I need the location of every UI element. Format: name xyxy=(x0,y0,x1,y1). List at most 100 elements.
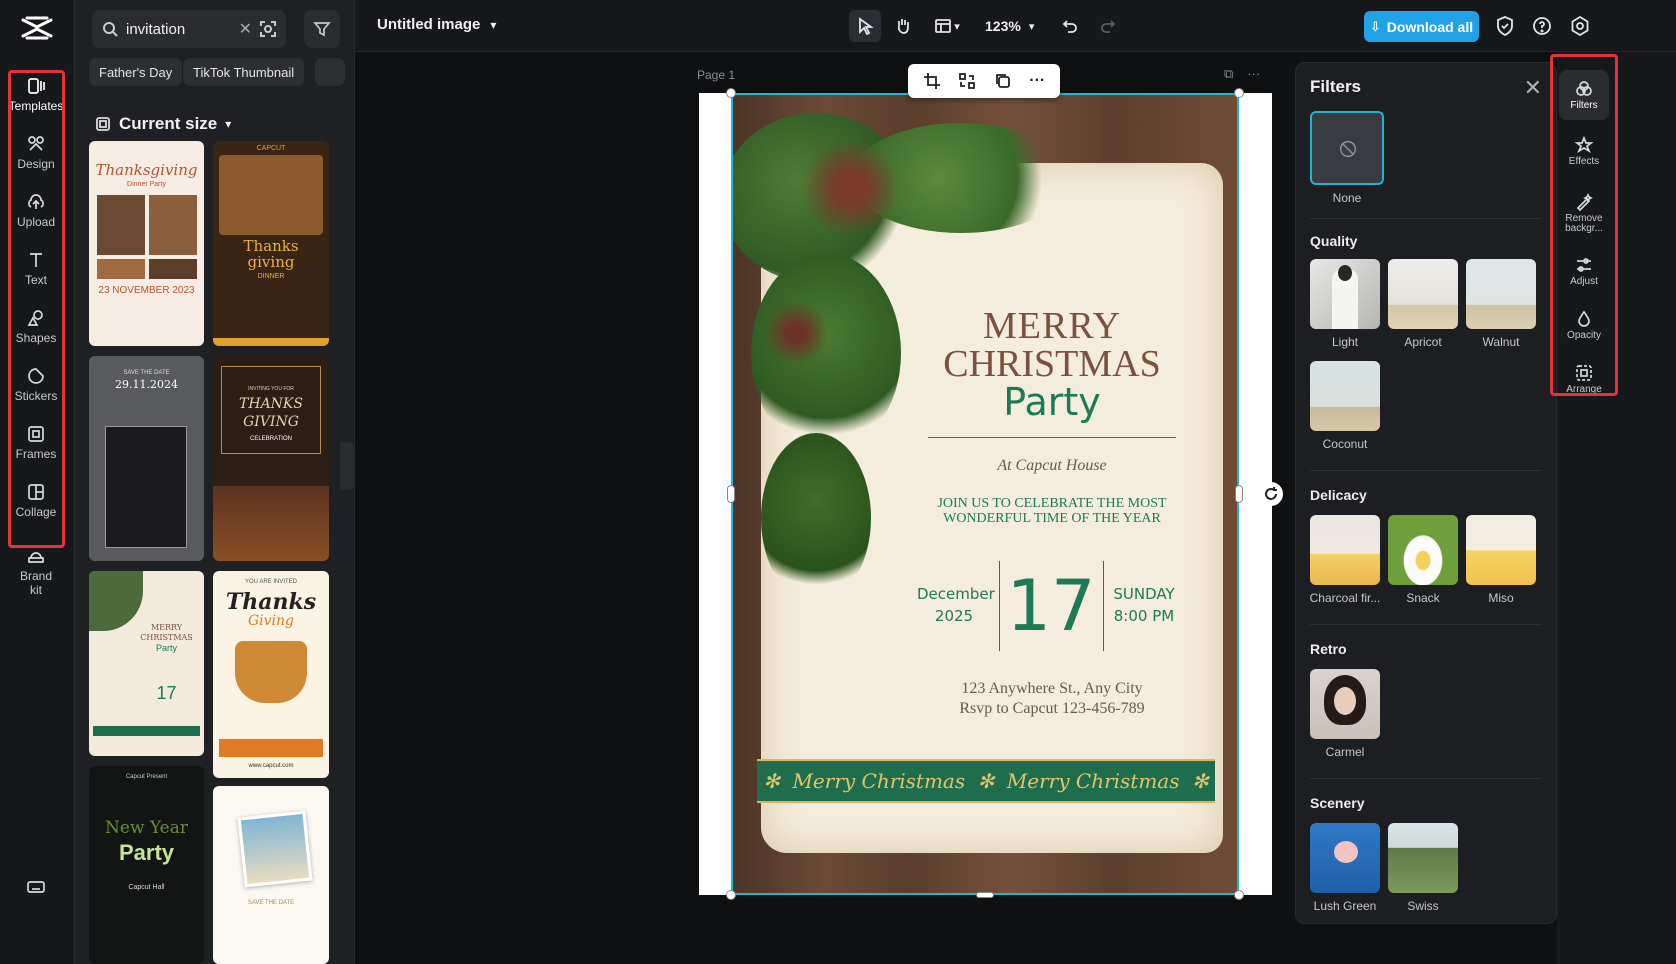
layout-dropdown-button[interactable]: ▾ xyxy=(925,10,969,42)
rail-stickers[interactable]: Stickers xyxy=(4,356,68,412)
filters-icon xyxy=(1576,80,1592,96)
poster-weekday-time: SUNDAY 8:00 PM xyxy=(1109,583,1179,627)
filter-carmel[interactable] xyxy=(1310,669,1380,739)
clear-search-icon[interactable]: ✕ xyxy=(239,19,252,39)
rail-label: Opacity xyxy=(1567,329,1601,341)
template-save-the-date-beach[interactable]: SAVE THE DATE xyxy=(213,786,329,964)
resize-handle-bottom-left[interactable] xyxy=(726,890,736,900)
shapes-icon xyxy=(27,309,43,326)
rail-brand-kit[interactable]: Brand kit xyxy=(4,538,68,604)
rail-text[interactable]: Text xyxy=(4,240,68,296)
filter-walnut[interactable] xyxy=(1466,259,1536,329)
filter-apricot[interactable] xyxy=(1388,259,1458,329)
rail-label: Text xyxy=(24,272,47,287)
rail-adjust[interactable]: Adjust xyxy=(1559,246,1609,296)
resize-handle-bottom[interactable] xyxy=(976,892,994,898)
rail-label: Collage xyxy=(15,504,57,519)
resize-handle-left[interactable] xyxy=(727,485,735,503)
filter-none[interactable] xyxy=(1310,111,1384,185)
undo-icon xyxy=(1063,20,1078,33)
template-thanksgiving-celebration[interactable]: INVITING YOU FOR THANKS GIVING CELEBRATI… xyxy=(213,356,329,561)
filter-icon xyxy=(313,22,331,37)
help-button[interactable] xyxy=(1531,15,1553,37)
filter-lush-green[interactable] xyxy=(1310,823,1380,893)
rotate-button[interactable] xyxy=(1259,482,1283,506)
filter-light[interactable] xyxy=(1310,259,1380,329)
template-text: Dinner Party xyxy=(127,181,166,188)
resize-handle-top-right[interactable] xyxy=(1234,88,1244,98)
rail-templates[interactable]: Templates xyxy=(4,66,68,122)
undo-button[interactable] xyxy=(1054,10,1086,42)
filter-preview-face xyxy=(1334,687,1356,715)
resize-handle-bottom-right[interactable] xyxy=(1234,890,1244,900)
zoom-dropdown[interactable]: 123% ▾ xyxy=(985,18,1034,34)
separator xyxy=(1310,778,1542,779)
template-text: giving xyxy=(247,253,295,271)
download-all-button[interactable]: ⇩ Download all xyxy=(1364,11,1479,42)
chip-more[interactable] xyxy=(315,58,345,86)
rail-design[interactable]: Design xyxy=(4,124,68,180)
filter-miso[interactable] xyxy=(1466,515,1536,585)
search-value[interactable]: invitation xyxy=(126,21,231,38)
more-options-icon[interactable]: ··· xyxy=(1247,66,1260,82)
settings-button[interactable] xyxy=(1569,15,1591,37)
resize-handle-top-left[interactable] xyxy=(726,88,736,98)
document-title[interactable]: Untitled image ▾ xyxy=(377,16,496,33)
poster-weekday: SUNDAY xyxy=(1113,585,1175,603)
category-title: Delicacy xyxy=(1310,487,1367,503)
duplicate-icon[interactable] xyxy=(994,72,1012,90)
rail-effects[interactable]: Effects xyxy=(1559,126,1609,176)
filter-coconut[interactable] xyxy=(1310,361,1380,431)
filter-label: Apricot xyxy=(1404,335,1442,349)
replace-icon[interactable] xyxy=(958,72,976,90)
rail-collage[interactable]: Collage xyxy=(4,472,68,528)
rail-shapes[interactable]: Shapes xyxy=(4,298,68,354)
redo-button[interactable] xyxy=(1092,10,1124,42)
template-thanksgiving-basket[interactable]: YOU ARE INVITED Thanks Giving www.capcut… xyxy=(213,571,329,778)
template-text: Party xyxy=(118,840,175,865)
rail-frames[interactable]: Frames xyxy=(4,414,68,470)
template-new-year-party[interactable]: Capcut Present New Year Party Capcut Hal… xyxy=(89,766,204,964)
help-icon xyxy=(1533,17,1551,35)
filter-swiss[interactable] xyxy=(1388,823,1458,893)
filter-preview-flower xyxy=(1334,841,1358,863)
collapse-panel-handle[interactable] xyxy=(340,442,354,490)
close-icon[interactable]: ✕ xyxy=(1524,75,1542,101)
duplicate-page-icon[interactable]: ⧉ xyxy=(1224,66,1233,82)
arrange-icon xyxy=(1576,364,1592,381)
rail-arrange[interactable]: Arrange xyxy=(1559,354,1609,404)
filter-button[interactable] xyxy=(304,10,340,48)
image-search-icon[interactable] xyxy=(260,21,276,37)
chip-tiktok-thumbnail[interactable]: TikTok Thumbnail xyxy=(183,58,305,86)
templates-icon xyxy=(28,77,45,94)
chip-fathers-day[interactable]: Father's Day xyxy=(89,58,183,86)
chip-label: Father's Day xyxy=(99,64,173,80)
rail-upload[interactable]: Upload xyxy=(4,182,68,238)
search-input[interactable]: invitation ✕ xyxy=(92,10,286,48)
template-thanksgiving-dinner[interactable]: Thanksgiving Dinner Party 23 NOVEMBER 20… xyxy=(89,141,204,346)
template-text: Party xyxy=(155,643,177,653)
crop-icon[interactable] xyxy=(923,72,941,90)
template-thanksgiving-dinner-dark[interactable]: CAPCUT Thanks giving DINNER xyxy=(213,141,329,346)
resize-handle-right[interactable] xyxy=(1235,485,1243,503)
top-bar: Untitled image ▾ ▾ 123% ▾ ⇩ Download all xyxy=(355,0,1676,52)
more-icon[interactable]: ··· xyxy=(1029,72,1045,90)
template-merry-christmas-party[interactable]: MERRY CHRISTMAS Party 17 xyxy=(89,571,204,756)
rail-opacity[interactable]: Opacity xyxy=(1559,300,1609,350)
rail-remove-background[interactable]: Remove backgr... xyxy=(1559,184,1609,242)
current-size-dropdown[interactable]: Current size ▾ xyxy=(95,114,231,134)
christmas-poster-image[interactable]: MERRY CHRISTMAS Party At Capcut House JO… xyxy=(731,93,1239,895)
rail-keyboard[interactable] xyxy=(4,872,68,902)
filter-snack[interactable] xyxy=(1388,515,1458,585)
shield-button[interactable] xyxy=(1494,15,1516,37)
rail-filters[interactable]: Filters xyxy=(1559,70,1609,120)
hand-tool-button[interactable] xyxy=(887,10,919,42)
rail-label: Effects xyxy=(1568,155,1600,167)
capcut-logo[interactable] xyxy=(19,14,55,42)
template-text: Giving xyxy=(247,613,295,629)
filter-charcoal-fir[interactable] xyxy=(1310,515,1380,585)
templates-panel: invitation ✕ Father's Day TikTok Thumbna… xyxy=(75,0,355,964)
template-save-the-date-couple[interactable]: SAVE THE DATE 29.11.2024 xyxy=(89,356,204,561)
select-tool-button[interactable] xyxy=(849,10,881,42)
none-icon xyxy=(1339,140,1357,158)
